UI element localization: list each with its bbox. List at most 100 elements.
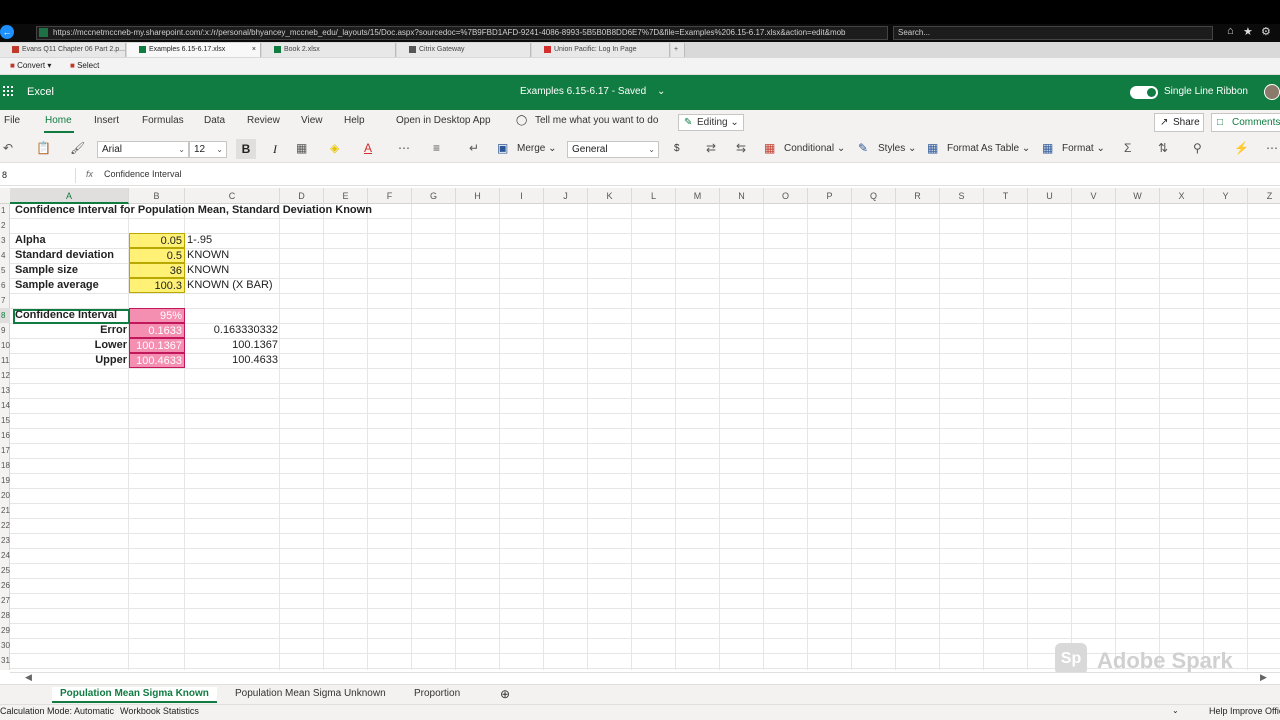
column-header-g[interactable]: G [412,188,456,204]
column-header-p[interactable]: P [808,188,852,204]
lower-value-cell[interactable]: 100.1367 [129,338,185,353]
error-full-cell[interactable]: 0.163330332 [187,323,280,338]
row-header-18[interactable]: 18 [0,458,10,473]
alpha-value-cell[interactable]: 0.05 [129,233,185,248]
sample-avg-note-cell[interactable]: KNOWN (X BAR) [187,278,273,293]
row-header-16[interactable]: 16 [0,428,10,443]
currency-button[interactable]: $ [674,143,680,154]
convert-button[interactable]: ■ Convert ▾ [10,61,51,70]
more-options-icon[interactable]: ⋯ [398,141,410,155]
column-header-t[interactable]: T [984,188,1028,204]
close-tab-icon[interactable]: × [252,43,256,57]
row-header-17[interactable]: 17 [0,443,10,458]
tab-help[interactable]: Help [344,115,365,126]
column-header-i[interactable]: I [500,188,544,204]
column-header-b[interactable]: B [129,188,185,204]
row-header-5[interactable]: 5 [0,263,10,278]
sheet-tab-proportion[interactable]: Proportion [406,687,468,703]
error-label-cell[interactable]: Error [15,323,129,338]
column-header-u[interactable]: U [1028,188,1072,204]
column-header-w[interactable]: W [1116,188,1160,204]
workbook-stats-button[interactable]: Workbook Statistics [120,706,199,716]
row-header-10[interactable]: 10 [0,338,10,353]
home-icon[interactable]: ⌂ [1227,25,1234,37]
row-header-11[interactable]: 11 [0,353,10,368]
browser-tab[interactable]: Evans Q11 Chapter 06 Part 2.p... [0,43,126,57]
sheet-tab-sigma-unknown[interactable]: Population Mean Sigma Unknown [227,687,394,703]
row-header-15[interactable]: 15 [0,413,10,428]
avatar[interactable] [1264,84,1280,100]
sheet-tab-sigma-known[interactable]: Population Mean Sigma Known [52,687,217,703]
tab-home[interactable]: Home [45,115,72,126]
font-size-select[interactable]: 12 ⌄ [189,141,227,158]
find-icon[interactable]: ⚲ [1193,141,1202,155]
row-header-26[interactable]: 26 [0,578,10,593]
row-header-7[interactable]: 7 [0,293,10,308]
format-button[interactable]: Format ⌄ [1062,143,1105,154]
paste-icon[interactable]: 📋 [36,141,51,155]
browser-tab[interactable]: Book 2.xlsx [262,43,396,57]
error-value-cell[interactable]: 0.1633 [129,323,185,338]
column-header-j[interactable]: J [544,188,588,204]
column-header-a[interactable]: A [10,188,129,204]
column-header-z[interactable]: Z [1248,188,1280,204]
tab-insert[interactable]: Insert [94,115,119,126]
sample-size-value-cell[interactable]: 36 [129,263,185,278]
chevron-down-icon[interactable]: ⌄ [1172,706,1179,715]
decrease-decimal-icon[interactable]: ⇆ [736,141,746,155]
url-field[interactable]: https://mccnetmccneb-my.sharepoint.com/:… [36,26,888,40]
row-header-3[interactable]: 3 [0,233,10,248]
column-header-v[interactable]: V [1072,188,1116,204]
align-icon[interactable]: ≡ [433,141,440,155]
row-header-13[interactable]: 13 [0,383,10,398]
add-sheet-icon[interactable]: ⊕ [492,687,518,703]
column-header-f[interactable]: F [368,188,412,204]
column-header-q[interactable]: Q [852,188,896,204]
help-improve-link[interactable]: Help Improve Office [1209,706,1280,716]
browser-tab[interactable]: Union Pacific: Log In Page [532,43,670,57]
row-header-31[interactable]: 31 [0,653,10,668]
formula-input[interactable]: Confidence Interval [104,169,182,179]
std-dev-label-cell[interactable]: Standard deviation [15,248,114,263]
fx-icon[interactable]: fx [86,169,93,179]
new-tab-button[interactable]: + [671,43,685,57]
sample-avg-value-cell[interactable]: 100.3 [129,278,185,293]
browser-tab[interactable]: Citrix Gateway [397,43,531,57]
browser-search-input[interactable]: Search... [893,26,1213,40]
tab-view[interactable]: View [301,115,323,126]
column-header-s[interactable]: S [940,188,984,204]
row-header-4[interactable]: 4 [0,248,10,263]
conditional-format-button[interactable]: Conditional ⌄ [784,143,845,154]
row-header-12[interactable]: 12 [0,368,10,383]
lower-full-cell[interactable]: 100.1367 [187,338,280,353]
column-header-h[interactable]: H [456,188,500,204]
row-header-9[interactable]: 9 [0,323,10,338]
tab-file[interactable]: File [4,115,20,126]
column-header-r[interactable]: R [896,188,940,204]
column-header-m[interactable]: M [676,188,720,204]
editing-mode-button[interactable]: ✎ Editing ⌄ [678,114,744,131]
name-box[interactable]: 8 [0,168,76,183]
font-color-icon[interactable]: A [364,141,372,155]
column-header-d[interactable]: D [280,188,324,204]
scroll-left-icon[interactable]: ◀ [25,672,32,683]
document-title[interactable]: Examples 6.15-6.17 - Saved ⌄ [520,86,665,97]
favorites-star-icon[interactable]: ★ [1243,25,1253,38]
app-name[interactable]: Excel [27,86,54,98]
row-header-28[interactable]: 28 [0,608,10,623]
comments-button[interactable]: □ Comments [1211,113,1280,132]
row-header-14[interactable]: 14 [0,398,10,413]
number-format-select[interactable]: General ⌄ [567,141,659,158]
sample-avg-label-cell[interactable]: Sample average [15,278,99,293]
upper-full-cell[interactable]: 100.4633 [187,353,280,368]
column-header-o[interactable]: O [764,188,808,204]
alpha-note-cell[interactable]: 1-.95 [187,233,212,248]
alpha-label-cell[interactable]: Alpha [15,233,46,248]
tab-data[interactable]: Data [204,115,225,126]
column-header-e[interactable]: E [324,188,368,204]
increase-decimal-icon[interactable]: ⇄ [706,141,716,155]
tab-formulas[interactable]: Formulas [142,115,184,126]
row-header-19[interactable]: 19 [0,473,10,488]
upper-label-cell[interactable]: Upper [15,353,129,368]
sort-filter-icon[interactable]: ⇅ [1158,141,1168,155]
